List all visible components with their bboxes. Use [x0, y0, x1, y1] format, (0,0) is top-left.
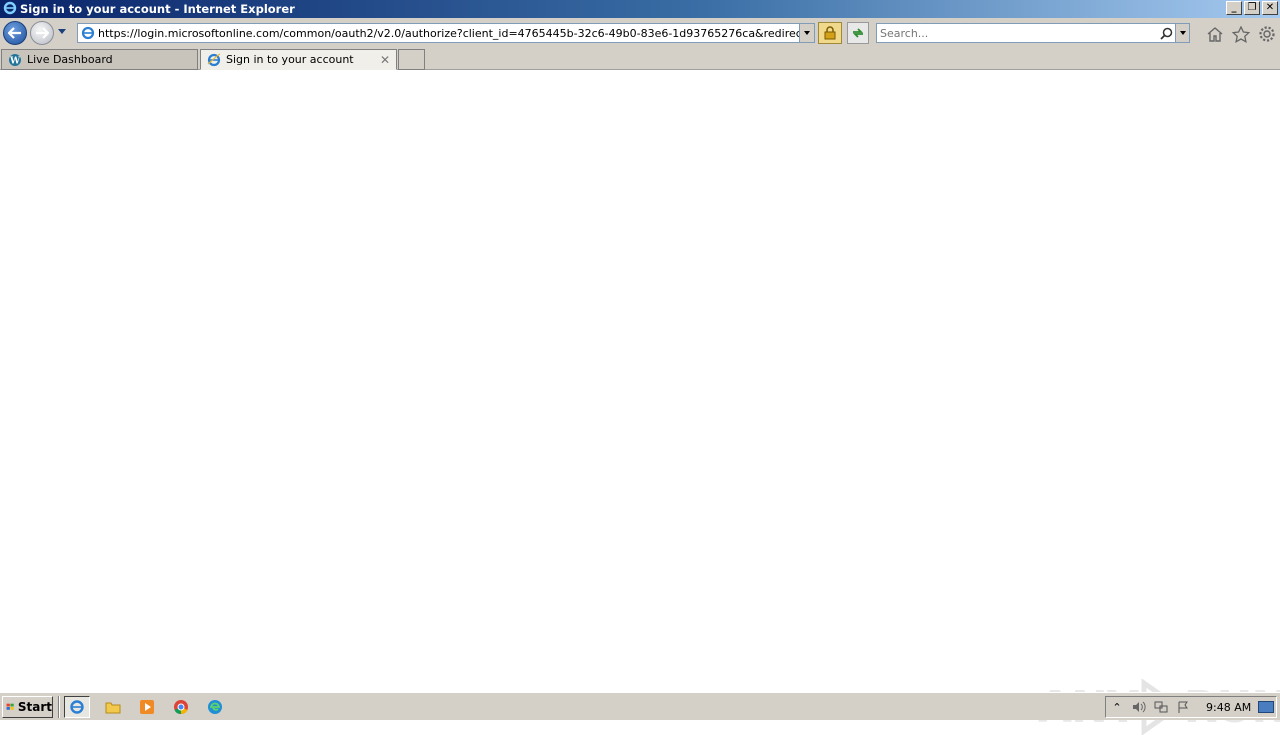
ie-icon — [3, 1, 17, 18]
show-desktop-button[interactable] — [1258, 701, 1274, 713]
forward-button[interactable] — [30, 21, 54, 45]
security-lock-button[interactable] — [818, 22, 842, 44]
address-dropdown-button[interactable] — [799, 24, 814, 42]
media-player-icon — [140, 700, 154, 714]
start-button[interactable]: Start — [2, 696, 53, 718]
close-button[interactable]: ✕ — [1262, 1, 1278, 15]
chrome-icon — [174, 700, 188, 715]
back-button[interactable] — [3, 21, 27, 45]
tab-label: Live Dashboard — [27, 53, 113, 66]
search-box[interactable] — [876, 23, 1190, 43]
system-tray: ⌃ 9:48 AM — [1105, 696, 1277, 718]
network-icon[interactable] — [1150, 701, 1172, 713]
restore-button[interactable]: ❐ — [1244, 1, 1260, 15]
window-title: Sign in to your account - Internet Explo… — [20, 2, 295, 16]
search-icon[interactable] — [1157, 27, 1175, 40]
windows-logo-icon — [6, 703, 14, 710]
command-icons — [1205, 24, 1277, 44]
lock-icon — [824, 26, 836, 40]
wordpress-icon: W — [8, 53, 22, 67]
address-bar[interactable]: https://login.microsoftonline.com/common… — [77, 23, 815, 43]
clock[interactable]: 9:48 AM — [1206, 701, 1251, 714]
taskbar-separator — [58, 696, 60, 718]
new-tab-button[interactable] — [398, 49, 425, 70]
tab-bar: W Live Dashboard Sign in to your account… — [0, 48, 1280, 70]
navigation-bar: https://login.microsoftonline.com/common… — [0, 18, 1280, 48]
settings-gear-icon[interactable] — [1257, 24, 1277, 44]
title-bar: Sign in to your account - Internet Explo… — [0, 0, 1280, 18]
favorites-star-icon[interactable] — [1231, 24, 1251, 44]
window-controls: _ ❐ ✕ — [1226, 1, 1278, 15]
action-center-flag-icon[interactable] — [1172, 701, 1194, 714]
page-content: ANY RUN — [0, 71, 1280, 735]
tab-sign-in[interactable]: Sign in to your account ✕ — [200, 49, 397, 70]
taskbar-edge-button[interactable] — [202, 696, 228, 718]
edge-icon — [208, 700, 222, 714]
taskbar: Start ⌃ 9:48 AM — [0, 692, 1280, 720]
ie-icon — [207, 52, 221, 67]
refresh-icon — [852, 28, 864, 38]
refresh-button[interactable] — [847, 22, 869, 44]
home-icon[interactable] — [1205, 24, 1225, 44]
svg-text:W: W — [9, 56, 21, 66]
volume-icon[interactable] — [1128, 701, 1150, 713]
back-arrow-icon — [8, 27, 21, 39]
taskbar-chrome-button[interactable] — [168, 696, 194, 718]
ie-icon — [70, 700, 84, 714]
minimize-button[interactable]: _ — [1226, 1, 1242, 15]
search-dropdown-button[interactable] — [1175, 24, 1189, 42]
show-hidden-icons-icon[interactable]: ⌃ — [1106, 701, 1128, 714]
tab-live-dashboard[interactable]: W Live Dashboard — [1, 49, 198, 70]
url-text[interactable]: https://login.microsoftonline.com/common… — [98, 27, 799, 40]
taskbar-media-player-button[interactable] — [134, 696, 160, 718]
start-label: Start — [17, 700, 52, 714]
folder-icon — [105, 702, 121, 714]
tab-close-icon[interactable]: ✕ — [380, 53, 390, 67]
taskbar-ie-button[interactable] — [64, 696, 90, 718]
tab-label: Sign in to your account — [226, 53, 354, 66]
page-ie-icon — [81, 26, 95, 40]
search-input[interactable] — [880, 26, 1157, 40]
recent-pages-dropdown-icon[interactable] — [58, 29, 66, 34]
taskbar-explorer-button[interactable] — [100, 696, 126, 718]
forward-arrow-icon — [36, 27, 49, 39]
